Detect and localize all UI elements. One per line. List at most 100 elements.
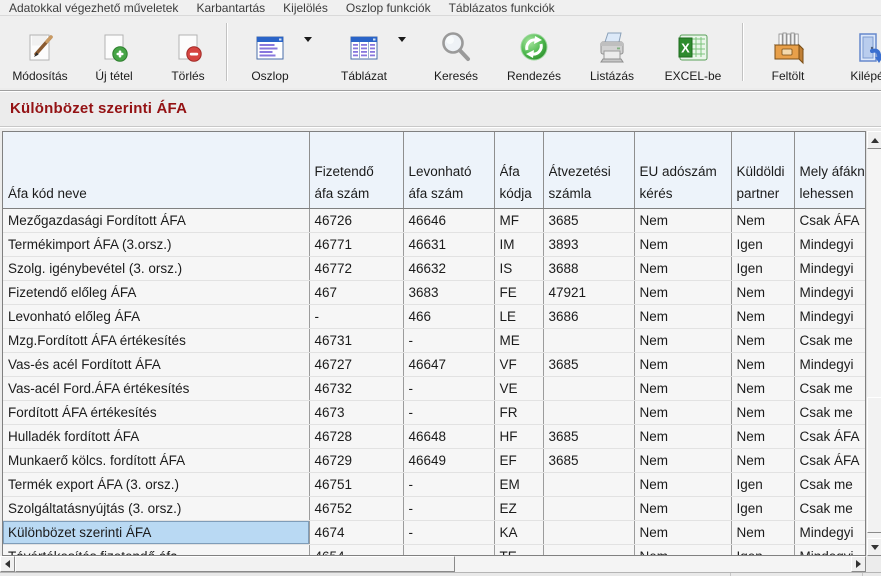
table-cell[interactable]: Nem [634, 497, 731, 521]
table-cell[interactable]: EZ [494, 497, 543, 521]
table-cell[interactable]: 467 [309, 281, 403, 305]
table-cell[interactable]: 47921 [543, 281, 634, 305]
upload-button[interactable]: Feltölt [756, 20, 820, 84]
menu-item-karbantartas[interactable]: Karbantartás [187, 1, 274, 15]
table-cell[interactable] [543, 497, 634, 521]
table-cell[interactable]: Csak ÁFA [794, 425, 866, 449]
column-header-afa-kodja[interactable]: Áfa kódja [494, 132, 543, 209]
table-cell[interactable]: Mzg.Fordított ÁFA értékesítés [3, 329, 309, 353]
search-button[interactable]: Keresés [424, 20, 488, 84]
new-item-button[interactable]: Új tétel [82, 20, 146, 84]
table-cell[interactable]: Termék export ÁFA (3. orsz.) [3, 473, 309, 497]
sort-button[interactable]: Rendezés [502, 20, 566, 84]
table-cell[interactable]: 3893 [543, 233, 634, 257]
table-cell[interactable]: Nem [731, 449, 794, 473]
column-dropdown-arrow[interactable] [304, 37, 312, 42]
table-cell[interactable] [543, 401, 634, 425]
table-cell[interactable]: - [403, 377, 494, 401]
table-cell[interactable]: Nem [634, 377, 731, 401]
table-cell[interactable]: Mezőgazdasági Fordított ÁFA [3, 209, 309, 233]
table-cell[interactable]: 46751 [309, 473, 403, 497]
table-cell[interactable]: Nem [634, 257, 731, 281]
table-cell[interactable]: Nem [731, 401, 794, 425]
table-cell[interactable] [543, 521, 634, 545]
table-cell[interactable]: FE [494, 281, 543, 305]
table-cell[interactable]: Nem [731, 353, 794, 377]
table-cell[interactable]: Munkaerő kölcs. fordított ÁFA [3, 449, 309, 473]
table-cell[interactable]: EF [494, 449, 543, 473]
vertical-scrollbar[interactable] [866, 131, 881, 556]
table-cell[interactable]: 46631 [403, 233, 494, 257]
table-cell[interactable]: 4674 [309, 521, 403, 545]
table-cell[interactable]: FR [494, 401, 543, 425]
column-header-mely-afaknal-lehessen[interactable]: Mely áfákn lehessen [794, 132, 866, 209]
table-cell[interactable]: - [403, 497, 494, 521]
table-cell[interactable]: 46771 [309, 233, 403, 257]
menu-item-adatokkal[interactable]: Adatokkal végezhető műveletek [0, 1, 187, 15]
table-cell[interactable]: Nem [634, 401, 731, 425]
table-cell[interactable]: Igen [731, 473, 794, 497]
table-cell[interactable]: VF [494, 353, 543, 377]
scroll-up-button[interactable] [867, 131, 881, 149]
menu-item-tablazatos-funkciok[interactable]: Táblázatos funkciók [440, 1, 564, 15]
table-cell[interactable]: Csak ÁFA [794, 209, 866, 233]
table-cell[interactable]: 3685 [543, 209, 634, 233]
table-cell[interactable]: Igen [731, 257, 794, 281]
menu-item-kijeloles[interactable]: Kijelölés [274, 1, 337, 15]
column-header-fizetendo-afa-szam[interactable]: Fizetendő áfa szám [309, 132, 403, 209]
table-cell[interactable]: Mindegyi [794, 233, 866, 257]
table-cell[interactable]: Nem [634, 473, 731, 497]
table-cell[interactable]: Nem [634, 521, 731, 545]
table-cell[interactable]: 3685 [543, 353, 634, 377]
table-cell[interactable]: Szolg. igénybevétel (3. orsz.) [3, 257, 309, 281]
table-cell[interactable]: ME [494, 329, 543, 353]
table-cell[interactable]: 3686 [543, 305, 634, 329]
table-cell[interactable]: Fordított ÁFA értékesítés [3, 401, 309, 425]
column-button[interactable]: Oszlop [238, 20, 302, 84]
scroll-down-button[interactable] [867, 538, 881, 556]
table-cell[interactable]: Levonható előleg ÁFA [3, 305, 309, 329]
table-cell[interactable]: Nem [634, 233, 731, 257]
table-cell[interactable]: Nem [731, 425, 794, 449]
table-cell[interactable]: IM [494, 233, 543, 257]
table-cell[interactable]: HF [494, 425, 543, 449]
table-cell[interactable]: Nem [634, 305, 731, 329]
table-cell[interactable]: Nem [731, 281, 794, 305]
excel-export-button[interactable]: X EXCEL-be [658, 20, 728, 84]
table-cell[interactable]: Mindegyi [794, 281, 866, 305]
table-cell[interactable]: Hulladék fordított ÁFA [3, 425, 309, 449]
table-cell[interactable]: 46632 [403, 257, 494, 281]
table-cell[interactable]: 46649 [403, 449, 494, 473]
table-cell[interactable]: Nem [634, 449, 731, 473]
table-cell[interactable]: Nem [634, 329, 731, 353]
table-cell[interactable]: Mindegyi [794, 353, 866, 377]
table-cell[interactable]: 3685 [543, 449, 634, 473]
table-cell[interactable]: 46772 [309, 257, 403, 281]
table-cell[interactable]: - [403, 401, 494, 425]
table-cell[interactable]: Csak ÁFA [794, 449, 866, 473]
table-cell[interactable]: EM [494, 473, 543, 497]
table-cell[interactable] [543, 377, 634, 401]
column-header-levonhato-afa-szam[interactable]: Levonható áfa szám [403, 132, 494, 209]
table-cell[interactable]: IS [494, 257, 543, 281]
table-cell[interactable]: - [403, 521, 494, 545]
table-cell[interactable] [543, 329, 634, 353]
table-cell[interactable]: Nem [731, 329, 794, 353]
table-cell[interactable]: Nem [731, 305, 794, 329]
table-cell[interactable]: Csak me [794, 473, 866, 497]
table-cell[interactable]: Vas-és acél Fordított ÁFA [3, 353, 309, 377]
table-cell[interactable]: Nem [634, 209, 731, 233]
table-cell[interactable]: Nem [634, 281, 731, 305]
table-cell[interactable]: 3688 [543, 257, 634, 281]
menu-item-oszlop-funkciok[interactable]: Oszlop funkciók [337, 1, 440, 15]
column-header-kuldoldi-partner[interactable]: Küldöldi partner [731, 132, 794, 209]
table-cell[interactable]: Termékimport ÁFA (3.orsz.) [3, 233, 309, 257]
table-cell[interactable] [543, 473, 634, 497]
modify-button[interactable]: Módosítás [8, 20, 72, 84]
table-cell[interactable]: Nem [634, 425, 731, 449]
table-cell[interactable]: Nem [634, 545, 731, 557]
column-header-afa-kod-neve[interactable]: Áfa kód neve [3, 132, 309, 209]
table-cell[interactable]: 46732 [309, 377, 403, 401]
table-cell[interactable]: Távértékesítés fizetendő áfa [3, 545, 309, 557]
table-cell[interactable]: Csak me [794, 377, 866, 401]
